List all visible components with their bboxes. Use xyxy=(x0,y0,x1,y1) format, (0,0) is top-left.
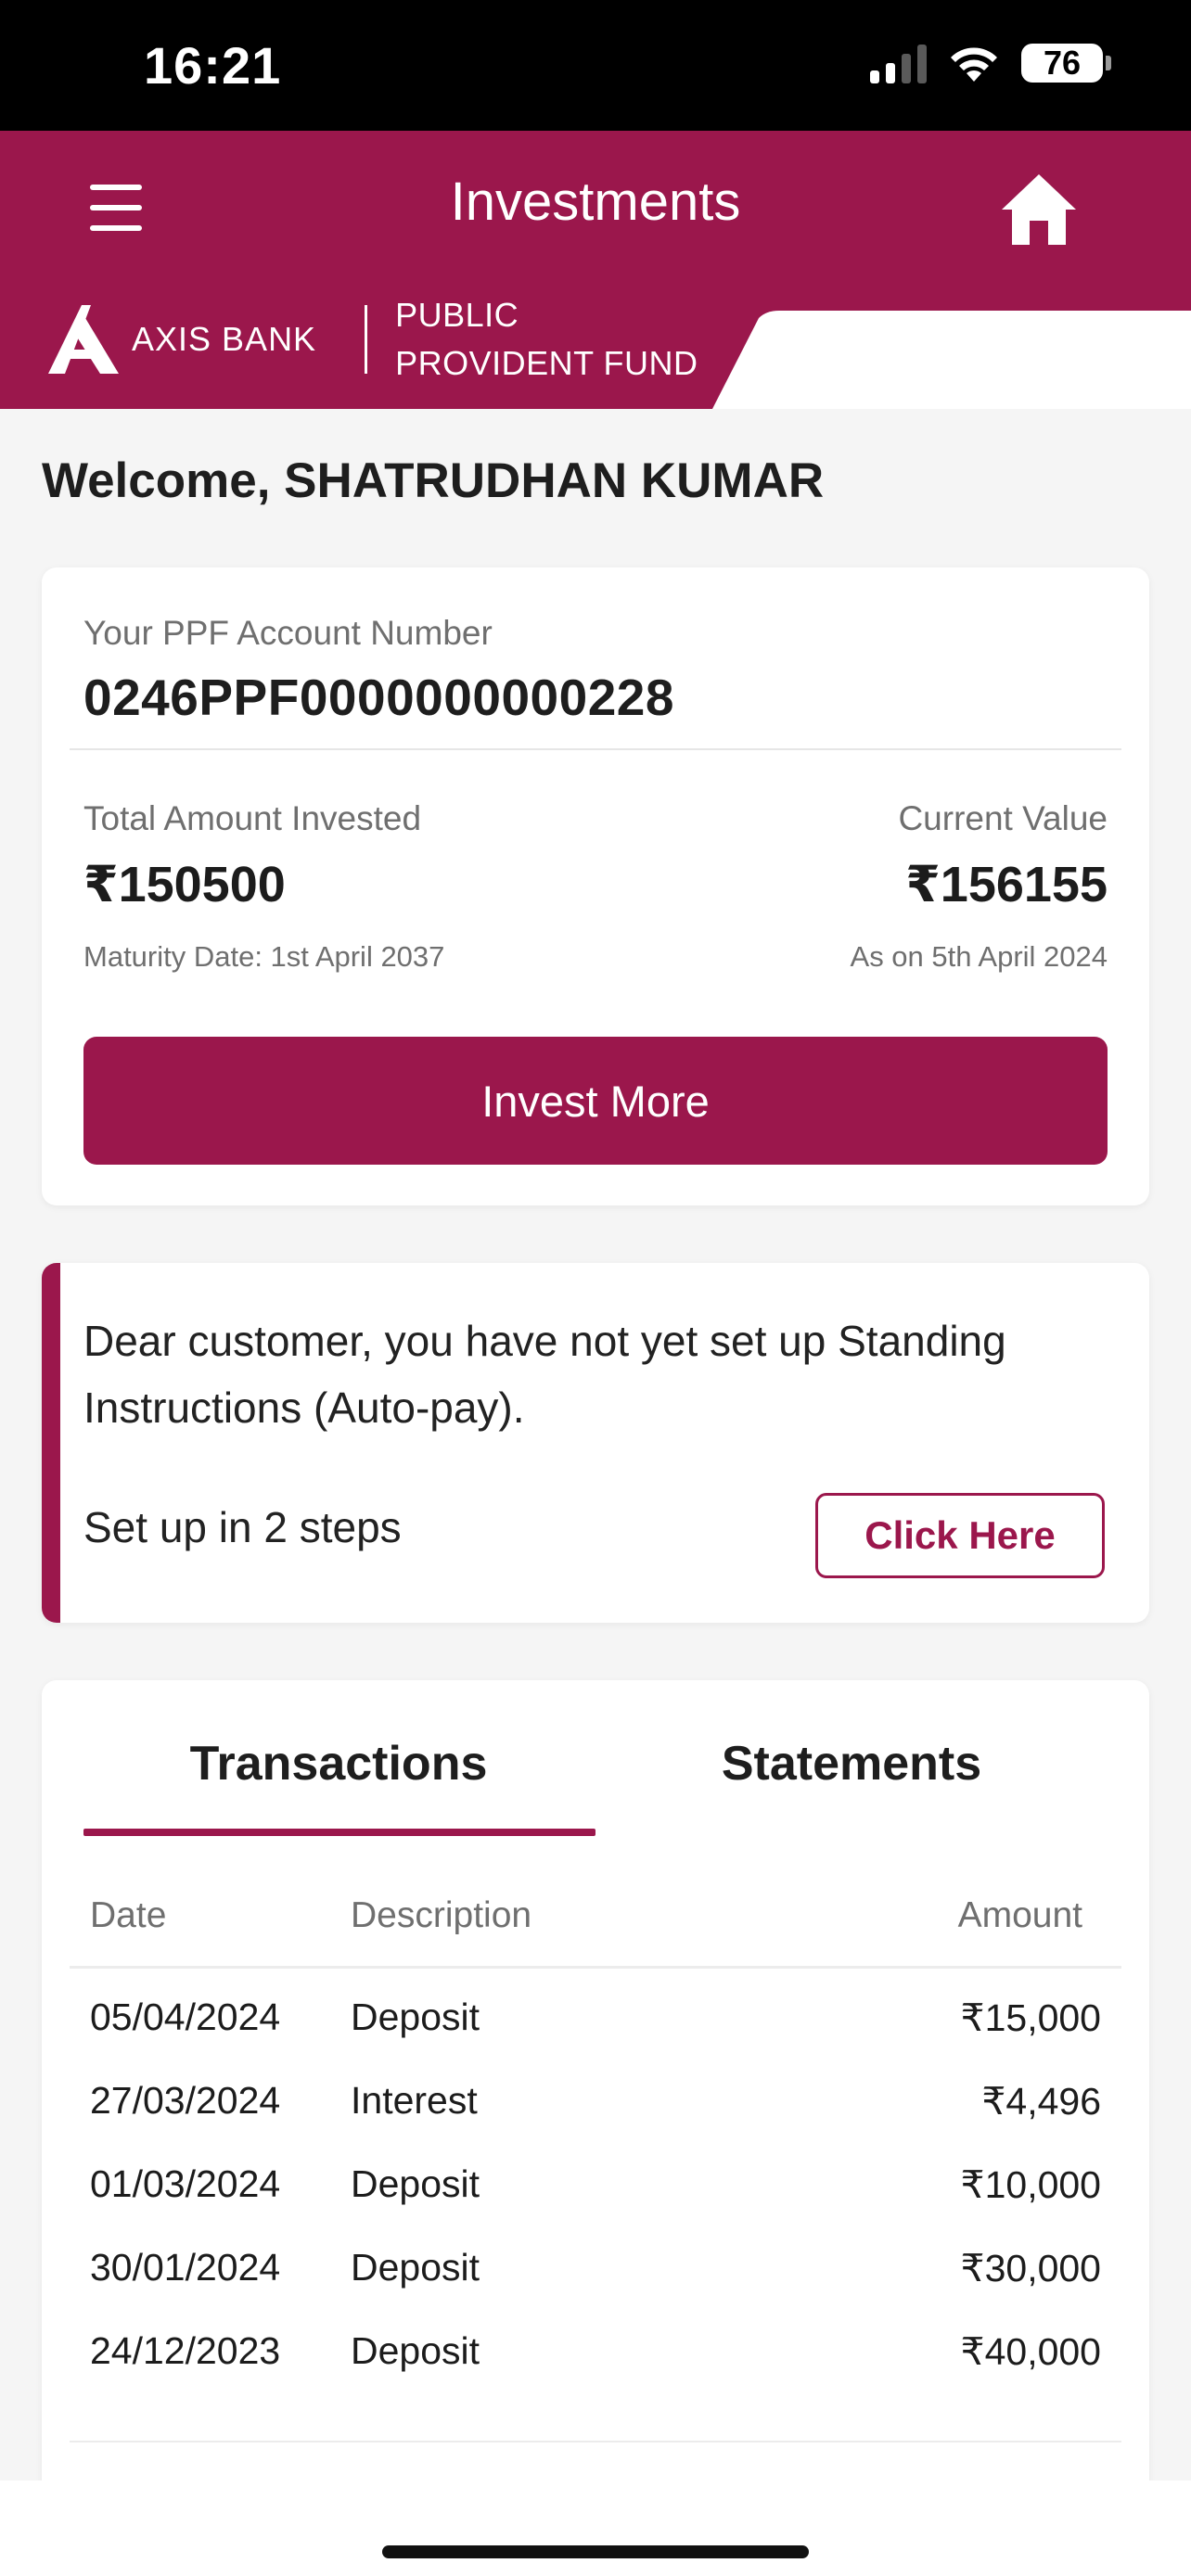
table-row: 30/01/2024 Deposit ₹30,000 xyxy=(42,2246,1149,2320)
app-header: Investments AXIS BANK PUBLIC PROVIDENT F… xyxy=(0,131,1191,409)
click-here-button[interactable]: Click Here xyxy=(815,1493,1105,1578)
autopay-notice-card: Dear customer, you have not yet set up S… xyxy=(42,1263,1149,1623)
row-amount: ₹4,496 xyxy=(981,2080,1101,2123)
tab-statements[interactable]: Statements xyxy=(596,1736,1107,1792)
tab-transactions[interactable]: Transactions xyxy=(83,1736,594,1792)
row-date: 30/01/2024 xyxy=(90,2246,281,2289)
row-description: Deposit xyxy=(351,2329,480,2372)
maturity-date: Maturity Date: 1st April 2037 xyxy=(83,940,445,973)
welcome-heading: Welcome, SHATRUDHAN KUMAR xyxy=(42,453,825,508)
column-header-description: Description xyxy=(351,1895,532,1935)
row-amount: ₹40,000 xyxy=(960,2330,1102,2373)
account-number-label: Your PPF Account Number xyxy=(83,614,493,652)
autopay-notice-text: Dear customer, you have not yet set up S… xyxy=(83,1317,1006,1432)
table-row: 24/12/2023 Deposit ₹40,000 xyxy=(42,2329,1149,2404)
notice-accent-bar xyxy=(42,1263,60,1623)
row-date: 24/12/2023 xyxy=(90,2329,281,2372)
table-bottom-divider xyxy=(70,2441,1121,2442)
brand-block: AXIS BANK PUBLIC PROVIDENT FUND xyxy=(46,296,698,382)
row-amount: ₹10,000 xyxy=(960,2163,1102,2206)
active-tab-indicator xyxy=(83,1829,596,1836)
total-invested-label: Total Amount Invested xyxy=(83,799,422,837)
brand-divider xyxy=(365,305,368,374)
row-description: Deposit xyxy=(351,2246,480,2289)
row-date: 05/04/2024 xyxy=(90,1996,281,2038)
account-number: 0246PPF0000000000228 xyxy=(83,669,674,726)
table-header-divider xyxy=(70,1966,1121,1969)
wifi-icon xyxy=(947,43,1001,83)
cellular-signal-icon xyxy=(870,43,927,83)
home-indicator[interactable] xyxy=(382,2545,809,2558)
table-row: 01/03/2024 Deposit ₹10,000 xyxy=(42,2162,1149,2237)
axis-bank-logo: AXIS BANK xyxy=(46,305,316,374)
as-on-date: As on 5th April 2024 xyxy=(850,940,1108,973)
column-header-date: Date xyxy=(90,1895,167,1935)
product-line-2: PROVIDENT FUND xyxy=(395,344,698,382)
row-amount: ₹30,000 xyxy=(960,2247,1102,2289)
status-icons: 76 xyxy=(870,43,1111,83)
current-value-label: Current Value xyxy=(898,799,1108,837)
row-date: 27/03/2024 xyxy=(90,2079,281,2122)
axis-logo-icon xyxy=(48,305,119,374)
product-line-1: PUBLIC xyxy=(395,296,519,334)
battery-level: 76 xyxy=(1043,44,1082,82)
divider xyxy=(70,748,1121,750)
invest-more-button[interactable]: Invest More xyxy=(83,1037,1108,1165)
column-header-amount: Amount xyxy=(957,1895,1082,1935)
current-value: ₹156155 xyxy=(905,857,1108,912)
table-row: 05/04/2024 Deposit ₹15,000 xyxy=(42,1996,1149,2070)
row-description: Deposit xyxy=(351,1996,480,2038)
total-invested-value: ₹150500 xyxy=(83,857,286,912)
row-description: Interest xyxy=(351,2079,478,2122)
bottom-bar xyxy=(0,2480,1191,2576)
table-row: 27/03/2024 Interest ₹4,496 xyxy=(42,2079,1149,2153)
row-amount: ₹15,000 xyxy=(960,1996,1102,2039)
account-summary-card: Your PPF Account Number 0246PPF000000000… xyxy=(42,567,1149,1205)
transactions-card: Transactions Statements Date Description… xyxy=(42,1680,1149,2487)
status-time: 16:21 xyxy=(144,36,282,95)
row-date: 01/03/2024 xyxy=(90,2162,281,2205)
setup-steps-text: Set up in 2 steps xyxy=(83,1503,402,1551)
brand-name: AXIS BANK xyxy=(132,320,317,358)
battery-icon: 76 xyxy=(1021,44,1111,83)
row-description: Deposit xyxy=(351,2162,480,2205)
status-bar: 16:21 76 xyxy=(0,0,1191,131)
product-name: PUBLIC PROVIDENT FUND xyxy=(395,291,698,388)
